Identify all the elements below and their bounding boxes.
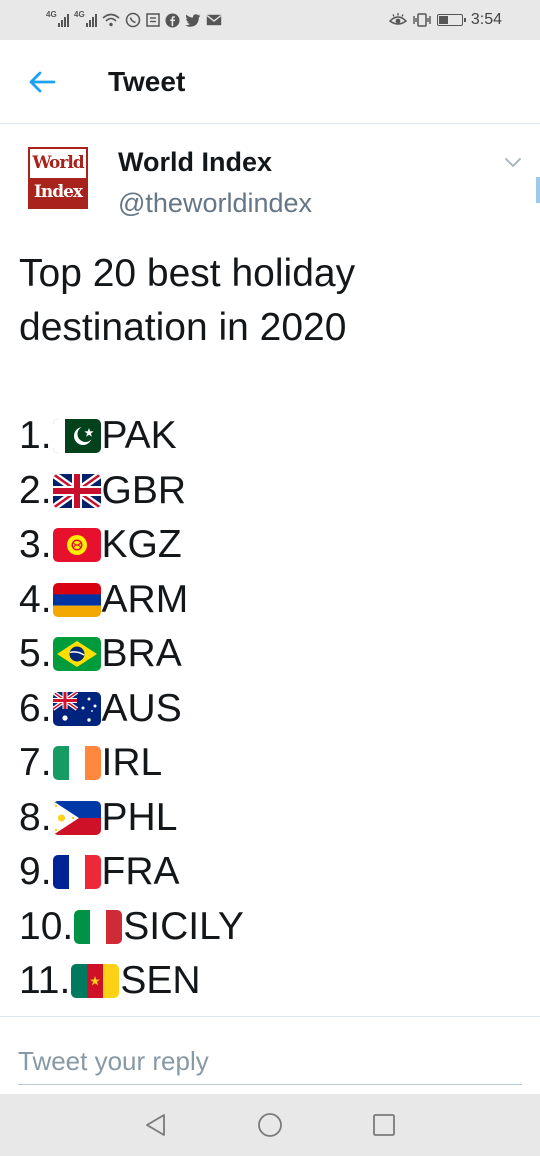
triangle-back-icon [146, 1114, 165, 1136]
tweet-header: Tweet [0, 40, 540, 124]
united-kingdom-flag-icon [52, 473, 101, 508]
ireland-flag-icon [52, 746, 101, 781]
system-nav-bar [0, 1094, 540, 1156]
ranking-item: 8. PHL [19, 791, 519, 846]
avatar[interactable]: World Index [28, 147, 88, 209]
france-flag-icon [52, 855, 101, 890]
rank-number: 5. [19, 632, 52, 676]
armenia-flag-icon [52, 582, 101, 617]
notes-icon [146, 11, 160, 29]
rank-number: 11. [19, 959, 71, 1003]
country-code: SICILY [123, 904, 244, 948]
circle-home-icon [258, 1113, 282, 1137]
avatar-logo-line2: Index [30, 178, 86, 207]
ranking-item: 3. KGZ [19, 518, 519, 573]
ranking-item: 5. BRA [19, 627, 519, 682]
country-code: IRL [101, 741, 163, 785]
country-code: PHL [101, 795, 178, 839]
status-bar-right: 3:54 [388, 11, 502, 29]
tweet-card: World Index World Index @theworldindex T… [0, 125, 540, 1002]
ranking-item: 9. FRA [19, 845, 519, 900]
country-code: SEN [120, 959, 201, 1003]
reply-bar [0, 1016, 540, 1094]
twitter-icon [185, 11, 201, 29]
facebook-icon [165, 11, 180, 29]
rank-number: 8. [19, 795, 52, 839]
nav-recents-button[interactable] [367, 1108, 401, 1142]
eye-comfort-icon [388, 11, 407, 29]
tweet-detail-screen: 4G 4G 3:54 Tweet World Index World Index… [0, 0, 540, 1156]
rank-number: 7. [19, 741, 52, 785]
author-handle[interactable]: @theworldindex [118, 188, 312, 219]
mail-icon [206, 11, 222, 29]
battery-icon [436, 14, 466, 26]
ranking-item: 7. IRL [19, 736, 519, 791]
avatar-logo-line1: World [32, 153, 84, 173]
nav-home-button[interactable] [253, 1108, 287, 1142]
pakistan-flag-icon [52, 419, 101, 454]
signal-icon: 4G [74, 10, 97, 27]
reply-input[interactable] [18, 1039, 522, 1085]
author-name[interactable]: World Index [118, 147, 272, 178]
rank-number: 1. [19, 414, 52, 458]
page-title: Tweet [108, 65, 186, 97]
cameroon-flag-icon [71, 964, 120, 999]
status-time: 3:54 [470, 11, 502, 28]
line-spacer [19, 355, 519, 409]
rank-number: 6. [19, 686, 52, 730]
ranking-item: 10. SICILY [19, 900, 519, 955]
scroll-indicator [536, 177, 540, 203]
signal-icon: 4G [46, 10, 69, 27]
tweet-headline: Top 20 best holiday destination in 2020 [19, 252, 356, 349]
country-code: KGZ [101, 523, 182, 567]
italy-flag-icon [74, 909, 123, 944]
country-code: PAK [101, 414, 177, 458]
kyrgyzstan-flag-icon [52, 528, 101, 563]
arrow-left-icon [29, 71, 56, 92]
australia-flag-icon [52, 691, 101, 726]
ranking-item: 2. GBR [19, 464, 519, 519]
tweet-text: Top 20 best holiday destination in 2020 … [19, 247, 519, 1009]
brazil-flag-icon [52, 637, 101, 672]
rank-number: 10. [19, 904, 74, 948]
philippines-flag-icon [52, 800, 101, 835]
whatsapp-icon [125, 11, 141, 29]
country-code: FRA [101, 850, 180, 894]
status-bar-left: 4G 4G [46, 10, 222, 29]
country-code: ARM [101, 577, 189, 621]
rank-number: 4. [19, 577, 52, 621]
vibrate-icon [412, 11, 432, 29]
square-recents-icon [373, 1114, 395, 1136]
rank-number: 9. [19, 850, 52, 894]
wifi-icon [102, 11, 120, 29]
back-button[interactable] [0, 40, 84, 124]
country-code: GBR [101, 468, 187, 512]
status-bar: 4G 4G 3:54 [0, 0, 540, 40]
nav-back-button[interactable] [139, 1108, 173, 1142]
ranking-item: 1. PAK [19, 409, 519, 464]
ranking-item: 6. AUS [19, 682, 519, 737]
ranking-item: 11. SEN [19, 954, 519, 1009]
country-code: AUS [101, 686, 182, 730]
tweet-author-row: World Index World Index @theworldindex [0, 125, 540, 225]
country-code: BRA [101, 632, 182, 676]
network-type-label: 4G [74, 10, 85, 19]
tweet-options-button[interactable] [500, 153, 526, 173]
ranking-item: 4. ARM [19, 573, 519, 628]
network-type-label: 4G [46, 10, 57, 19]
chevron-down-icon [505, 158, 521, 167]
rank-number: 2. [19, 468, 52, 512]
rank-number: 3. [19, 523, 52, 567]
